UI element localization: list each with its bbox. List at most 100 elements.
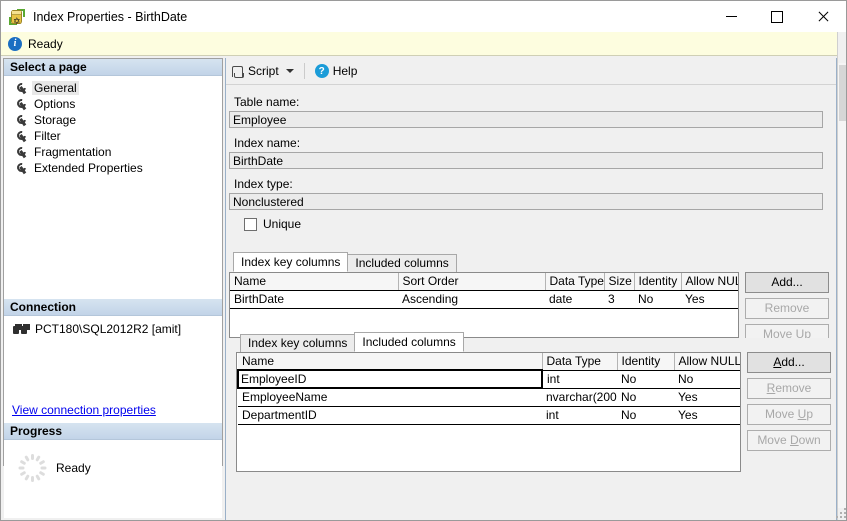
index-type-label: Index type: [234, 177, 836, 191]
cell-allow-nulls: Yes [681, 290, 739, 308]
unique-checkbox[interactable] [244, 218, 257, 231]
close-button[interactable] [800, 1, 846, 32]
window-title: Index Properties - BirthDate [33, 10, 708, 24]
key-columns-grid[interactable]: Name Sort Order Data Type Size Identity … [229, 272, 739, 338]
col-header-data-type[interactable]: Data Type [545, 273, 604, 290]
connection-server-label: PCT180\SQL2012R2 [amit] [35, 322, 181, 336]
resize-grip[interactable] [834, 506, 846, 518]
included-columns-panel: Index key columns Included columns Name … [236, 332, 836, 472]
cell-data-type: nvarchar(200) [542, 388, 617, 406]
scrollbar-thumb[interactable] [839, 65, 846, 121]
cell-data-type: int [542, 406, 617, 424]
tab-index-key-columns-2[interactable]: Index key columns [240, 334, 355, 352]
add-key-column-button[interactable]: Add... [745, 272, 829, 293]
wrench-icon [14, 162, 27, 175]
view-connection-properties-link[interactable]: View connection properties [12, 403, 156, 417]
tab-index-key-columns[interactable]: Index key columns [233, 252, 348, 272]
script-icon [231, 65, 244, 78]
index-name-field[interactable]: BirthDate [229, 152, 823, 169]
cell-name[interactable]: EmployeeName [238, 388, 542, 406]
key-columns-tabstrip: Index key columns Included columns [229, 252, 833, 272]
sidebar-item-filter[interactable]: Filter [4, 128, 222, 144]
maximize-button[interactable] [754, 1, 800, 32]
col-header-identity[interactable]: Identity [634, 273, 681, 290]
cell-size: 3 [604, 290, 634, 308]
sidebar: Select a page General Options Storage Fi… [3, 58, 223, 466]
sidebar-item-label: Options [32, 97, 77, 111]
script-button[interactable]: Script [226, 61, 299, 82]
minimize-icon [726, 16, 737, 17]
index-type-group: Index type: Nonclustered [226, 177, 836, 210]
wrench-icon [14, 82, 27, 95]
col-header-name[interactable]: Name [238, 353, 542, 370]
table-row[interactable]: EmployeeName nvarchar(200) No Yes [238, 388, 741, 406]
table-row[interactable]: BirthDate Ascending date 3 No Yes [230, 290, 739, 308]
progress-spinner-icon [18, 454, 46, 482]
status-bar: i Ready [1, 32, 846, 56]
cell-identity: No [634, 290, 681, 308]
col-header-sort-order[interactable]: Sort Order [398, 273, 545, 290]
col-header-name[interactable]: Name [230, 273, 398, 290]
sidebar-item-label: Extended Properties [32, 161, 145, 175]
included-columns-grid[interactable]: Name Data Type Identity Allow NULLs Empl… [236, 352, 741, 472]
sidebar-item-options[interactable]: Options [4, 96, 222, 112]
table-name-group: Table name: Employee [226, 95, 836, 128]
add-included-column-button[interactable]: Add... [747, 352, 831, 373]
index-type-field[interactable]: Nonclustered [229, 193, 823, 210]
sidebar-item-label: Fragmentation [32, 145, 113, 159]
table-header-row: Name Data Type Identity Allow NULLs [238, 353, 741, 370]
connection-header: Connection [4, 299, 222, 316]
cell-data-type: int [542, 370, 617, 388]
cell-data-type: date [545, 290, 604, 308]
cell-name[interactable]: DepartmentID [238, 406, 542, 424]
sidebar-item-fragmentation[interactable]: Fragmentation [4, 144, 222, 160]
tab-included-columns-2[interactable]: Included columns [354, 332, 463, 352]
vertical-scrollbar[interactable] [838, 63, 847, 508]
col-header-allow-nulls[interactable]: Allow NULLs [674, 353, 741, 370]
cell-identity: No [617, 406, 674, 424]
col-header-allow-nulls[interactable]: Allow NULLs [681, 273, 739, 290]
page-list: General Options Storage Filter Fragmenta… [4, 76, 222, 176]
title-bar: ✡ Index Properties - BirthDate [1, 1, 846, 32]
unique-label: Unique [263, 217, 301, 231]
plug-icon [13, 323, 28, 336]
select-page-header: Select a page [4, 59, 222, 76]
unique-checkbox-row[interactable]: Unique [244, 217, 836, 231]
sidebar-item-general[interactable]: General [4, 80, 222, 96]
move-down-included-column-button: Move Down [747, 430, 831, 451]
connection-area: PCT180\SQL2012R2 [amit] View connection … [4, 316, 222, 423]
help-label: Help [333, 64, 358, 78]
cell-sort-order[interactable]: Ascending [398, 290, 545, 308]
sidebar-item-label: Filter [32, 129, 63, 143]
col-header-size[interactable]: Size [604, 273, 634, 290]
key-columns-gridwrap: Name Sort Order Data Type Size Identity … [229, 272, 833, 338]
table-row[interactable]: DepartmentID int No Yes [238, 406, 741, 424]
tab-included-columns[interactable]: Included columns [347, 254, 456, 272]
cell-name[interactable]: EmployeeID [238, 370, 542, 388]
cell-name[interactable]: BirthDate [230, 290, 398, 308]
key-columns-buttons: Add... Remove Move Up [745, 272, 829, 338]
help-button[interactable]: ? Help [310, 61, 363, 82]
table-header-row: Name Sort Order Data Type Size Identity … [230, 273, 739, 290]
cell-allow-nulls: No [674, 370, 741, 388]
sidebar-item-label: Storage [32, 113, 78, 127]
wrench-icon [14, 114, 27, 127]
col-header-identity[interactable]: Identity [617, 353, 674, 370]
maximize-icon [771, 11, 783, 23]
chevron-down-icon[interactable] [286, 69, 294, 73]
toolbar-separator [304, 63, 305, 79]
table-name-field[interactable]: Employee [229, 111, 823, 128]
sidebar-item-storage[interactable]: Storage [4, 112, 222, 128]
progress-area: Ready [4, 440, 222, 518]
index-name-group: Index name: BirthDate [226, 136, 836, 169]
table-name-label: Table name: [234, 95, 836, 109]
window-controls [708, 1, 846, 32]
cell-identity: No [617, 388, 674, 406]
col-header-data-type[interactable]: Data Type [542, 353, 617, 370]
sidebar-item-extended-properties[interactable]: Extended Properties [4, 160, 222, 176]
help-icon: ? [315, 64, 329, 78]
table-row[interactable]: EmployeeID int No No [238, 370, 741, 388]
outer-edge [837, 32, 847, 520]
minimize-button[interactable] [708, 1, 754, 32]
remove-included-column-button: Remove [747, 378, 831, 399]
